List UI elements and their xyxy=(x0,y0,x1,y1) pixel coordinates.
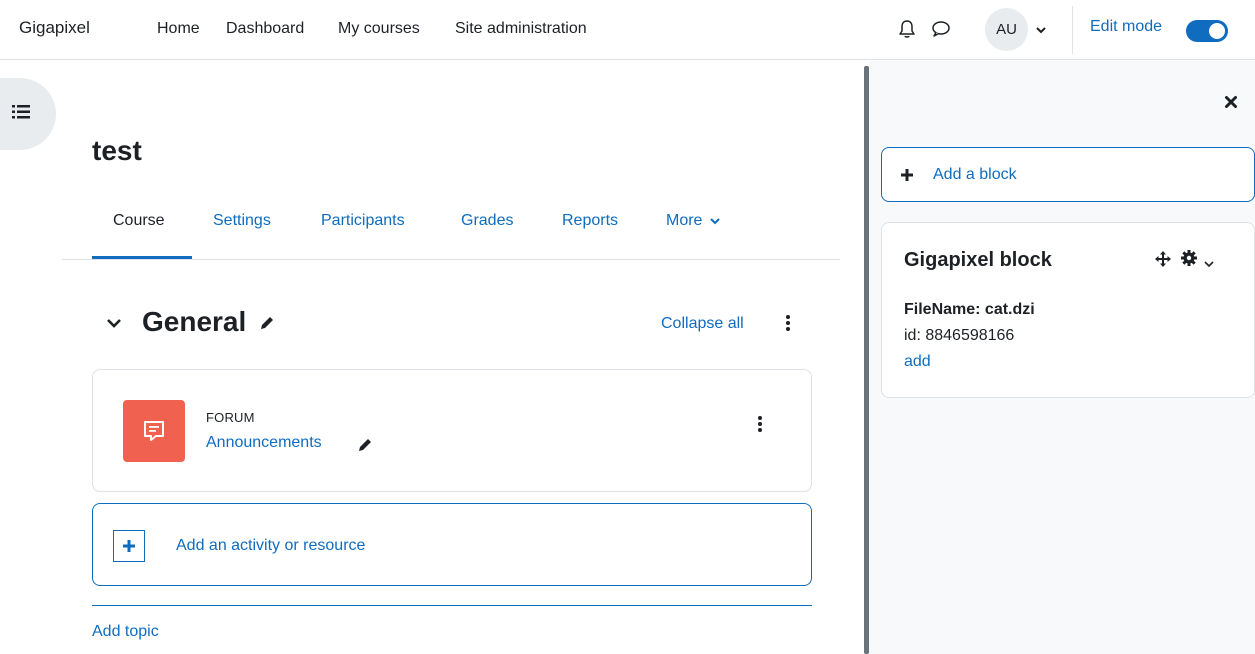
toggle-knob xyxy=(1209,23,1225,39)
nav-divider xyxy=(1072,6,1073,54)
site-brand[interactable]: Gigapixel xyxy=(19,18,90,38)
plus-icon xyxy=(113,530,145,562)
plus-icon xyxy=(900,168,914,187)
user-avatar[interactable]: AU xyxy=(985,8,1028,51)
chevron-down-icon[interactable] xyxy=(1204,255,1214,273)
edit-mode-label[interactable]: Edit mode xyxy=(1090,18,1162,36)
edit-mode-toggle[interactable] xyxy=(1186,20,1228,42)
add-topic-link[interactable]: Add topic xyxy=(92,623,159,641)
nav-dashboard[interactable]: Dashboard xyxy=(226,20,304,38)
chevron-down-icon xyxy=(710,218,720,225)
pencil-icon[interactable] xyxy=(356,436,374,459)
section-collapse-icon[interactable] xyxy=(106,316,122,334)
add-activity-label: Add an activity or resource xyxy=(176,537,366,554)
close-icon[interactable] xyxy=(1224,95,1238,114)
avatar-initials: AU xyxy=(996,21,1017,38)
forum-icon[interactable] xyxy=(123,400,185,462)
block-filename: FileName: cat.dzi xyxy=(904,301,1035,318)
page-title: test xyxy=(92,135,142,166)
chevron-down-icon[interactable] xyxy=(1035,22,1047,40)
top-navbar: Gigapixel Home Dashboard My courses Site… xyxy=(0,0,1255,60)
course-tabs: Course Settings Participants Grades Repo… xyxy=(62,200,840,260)
add-activity-button[interactable]: Add an activity or resource xyxy=(92,503,812,586)
add-topic-divider xyxy=(92,605,812,606)
nav-site-administration[interactable]: Site administration xyxy=(455,20,587,38)
tab-course[interactable]: Course xyxy=(113,212,165,230)
tab-participants[interactable]: Participants xyxy=(321,212,405,230)
list-icon xyxy=(12,104,30,125)
pencil-icon[interactable] xyxy=(258,314,276,337)
section-menu-icon[interactable] xyxy=(782,313,794,333)
move-icon[interactable] xyxy=(1154,250,1172,273)
block-id: id: 8846598166 xyxy=(904,327,1015,344)
activity-menu-icon[interactable] xyxy=(754,414,766,434)
activity-item: FORUM Announcements xyxy=(92,369,812,492)
bell-icon[interactable] xyxy=(896,18,918,40)
collapse-all-link[interactable]: Collapse all xyxy=(661,315,744,333)
tab-more-label: More xyxy=(666,212,703,229)
nav-my-courses[interactable]: My courses xyxy=(338,20,420,38)
tab-settings[interactable]: Settings xyxy=(213,212,271,230)
tab-grades[interactable]: Grades xyxy=(461,212,513,230)
chat-bubble-icon[interactable] xyxy=(930,18,952,40)
block-title: Gigapixel block xyxy=(904,249,1052,271)
active-tab-indicator xyxy=(92,256,192,259)
course-index-toggle[interactable] xyxy=(0,78,56,150)
add-block-label: Add a block xyxy=(933,166,1017,183)
add-block-button[interactable]: Add a block xyxy=(881,147,1255,202)
activity-type-label: FORUM xyxy=(206,410,255,425)
tab-more[interactable]: More xyxy=(666,212,720,230)
nav-home[interactable]: Home xyxy=(157,20,200,38)
tab-reports[interactable]: Reports xyxy=(562,212,618,230)
gigapixel-block: Gigapixel block FileName: cat.dzi id: 88… xyxy=(881,222,1255,398)
section-title: General xyxy=(142,306,247,337)
gear-icon[interactable] xyxy=(1180,249,1198,272)
block-add-link[interactable]: add xyxy=(904,353,931,371)
activity-link[interactable]: Announcements xyxy=(206,434,322,452)
